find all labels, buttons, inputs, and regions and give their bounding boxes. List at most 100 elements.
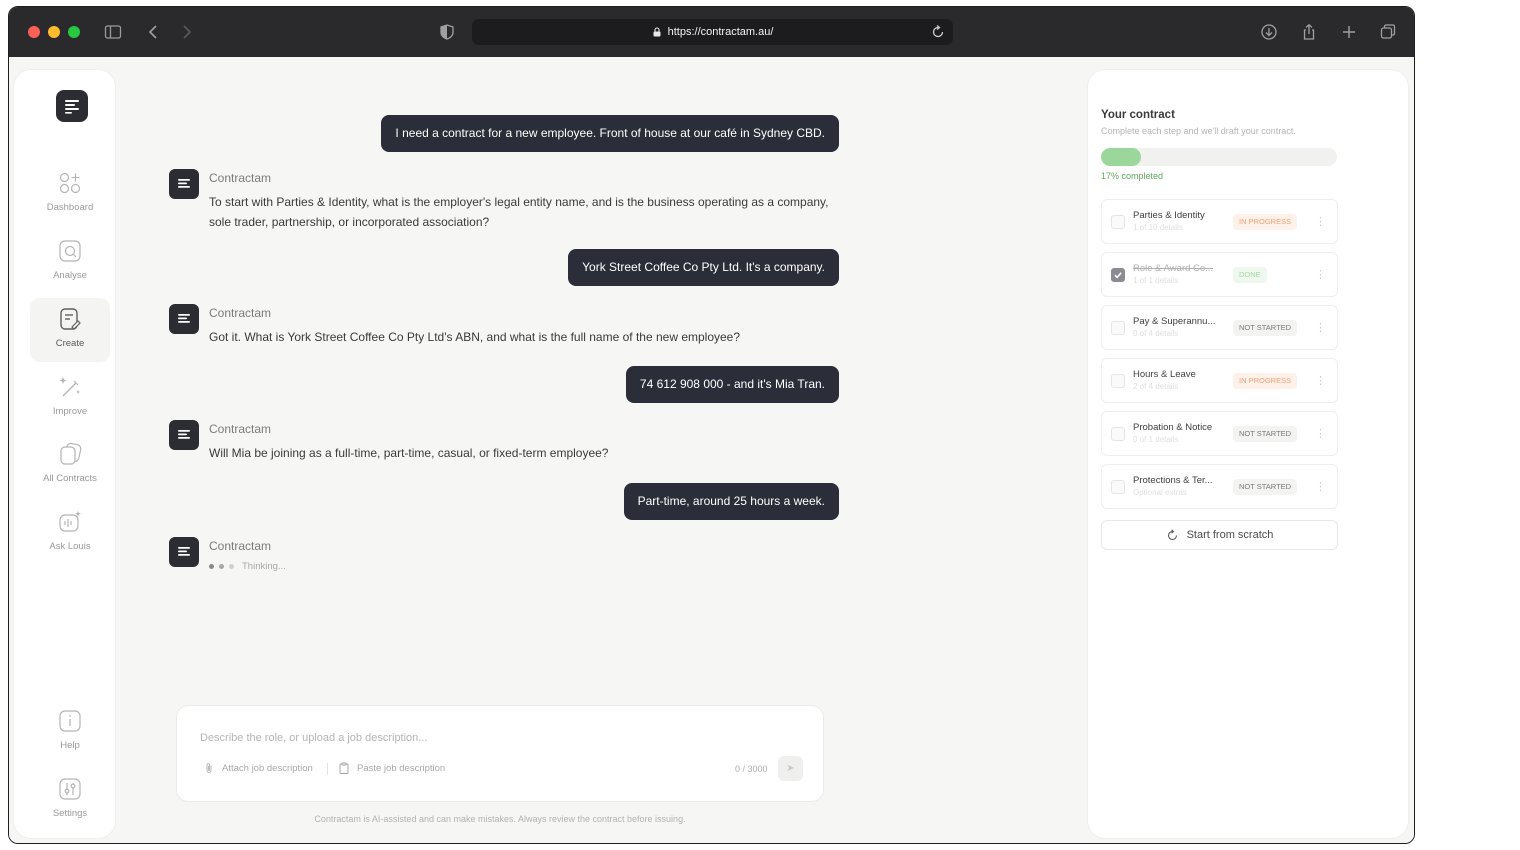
url-text: https://contractam.au/ bbox=[667, 26, 774, 38]
contract-step[interactable]: Role & Award Co... 1 of 1 details DONE ⋮ bbox=[1101, 252, 1338, 297]
step-subtitle: 0 of 4 details bbox=[1133, 329, 1179, 338]
thinking-dot bbox=[209, 564, 214, 569]
thinking-indicator: Thinking... bbox=[209, 561, 286, 572]
thinking-dot bbox=[219, 564, 224, 569]
share-icon[interactable] bbox=[1297, 20, 1321, 44]
sidebar-item-label: Dashboard bbox=[46, 202, 94, 213]
paste-job-description-button[interactable]: Paste job description bbox=[338, 762, 445, 774]
message-input[interactable]: Describe the role, or upload a job descr… bbox=[200, 732, 427, 744]
contract-panel: Your contract Complete each step and we'… bbox=[1087, 69, 1409, 839]
lock-icon bbox=[653, 27, 661, 37]
contract-step[interactable]: Parties & Identity 1 of 10 details IN PROG… bbox=[1101, 199, 1338, 244]
contract-step[interactable]: Hours & Leave 2 of 4 details IN PROGRESS ⋮ bbox=[1101, 358, 1338, 403]
tool-divider bbox=[327, 763, 328, 775]
message-composer[interactable]: Describe the role, or upload a job descr… bbox=[176, 705, 824, 802]
status-badge: NOT STARTED bbox=[1233, 479, 1298, 495]
sidebar-item-all-contracts[interactable]: All Contracts bbox=[30, 433, 110, 497]
status-badge: IN PROGRESS bbox=[1233, 373, 1298, 389]
step-checkbox[interactable] bbox=[1111, 427, 1125, 441]
sidebar-item-settings[interactable]: Settings bbox=[30, 768, 110, 832]
sidebar-item-label: Analyse bbox=[53, 270, 87, 281]
ai-disclaimer: Contractam is AI-assisted and can make m… bbox=[314, 814, 686, 824]
user-message: York Street Coffee Co Pty Ltd. It's a co… bbox=[568, 249, 839, 286]
paste-label: Paste job description bbox=[357, 762, 446, 774]
sidebar-item-dashboard[interactable]: Dashboard bbox=[30, 162, 110, 226]
status-badge: DONE bbox=[1233, 267, 1267, 283]
download-icon[interactable] bbox=[1257, 20, 1281, 44]
bot-name: Contractam bbox=[209, 422, 272, 436]
step-subtitle: 2 of 4 details bbox=[1133, 382, 1179, 391]
sidebar-toggle-icon[interactable] bbox=[101, 20, 125, 44]
create-icon bbox=[60, 308, 81, 330]
analyse-icon bbox=[59, 240, 81, 262]
user-message: Part-time, around 25 hours a week. bbox=[623, 483, 839, 520]
sidebar-item-label: Ask Louis bbox=[49, 541, 91, 552]
bot-avatar bbox=[169, 420, 199, 450]
step-menu-icon[interactable]: ⋮ bbox=[1315, 479, 1326, 495]
logo-icon bbox=[65, 100, 79, 114]
zoom-window-button[interactable] bbox=[68, 26, 80, 38]
contractam-logo[interactable] bbox=[56, 90, 88, 122]
send-button[interactable]: ➤ bbox=[778, 756, 803, 781]
sidebar-item-label: Settings bbox=[52, 808, 88, 819]
browser-window: https://contractam.au/ Dashboard Analyse… bbox=[8, 6, 1415, 844]
sidebar-item-help[interactable]: Help bbox=[30, 700, 110, 764]
step-checkbox[interactable] bbox=[1111, 215, 1125, 229]
attach-job-description-button[interactable]: Attach job description bbox=[203, 762, 313, 774]
forward-icon[interactable] bbox=[174, 20, 198, 44]
step-checkbox[interactable] bbox=[1111, 268, 1125, 282]
progress-bar bbox=[1101, 148, 1337, 166]
progress-label: 17% completed bbox=[1101, 171, 1164, 181]
step-title: Parties & Identity bbox=[1133, 210, 1205, 221]
chat-area: I need a contract for a new employee. Fr… bbox=[117, 57, 1087, 843]
improve-icon bbox=[59, 377, 80, 397]
user-message: I need a contract for a new employee. Fr… bbox=[381, 115, 839, 152]
sidebar-item-create[interactable]: Create bbox=[30, 298, 110, 362]
step-subtitle: 1 of 10 details bbox=[1133, 223, 1183, 232]
clipboard-icon bbox=[339, 762, 349, 774]
step-menu-icon[interactable]: ⋮ bbox=[1315, 267, 1326, 283]
contract-step[interactable]: Pay & Superannu... 0 of 4 details NOT STAR… bbox=[1101, 305, 1338, 350]
thinking-label: Thinking... bbox=[242, 561, 286, 572]
panel-title: Your contract bbox=[1101, 109, 1175, 121]
user-message: 74 612 908 000 - and it's Mia Tran. bbox=[625, 366, 839, 403]
step-menu-icon[interactable]: ⋮ bbox=[1315, 214, 1326, 230]
contract-step[interactable]: Probation & Notice 0 of 1 details NOT STAR… bbox=[1101, 411, 1338, 456]
status-badge: NOT STARTED bbox=[1233, 320, 1298, 336]
tab-overview-icon[interactable] bbox=[1376, 20, 1400, 44]
reload-icon[interactable] bbox=[929, 23, 947, 41]
sidebar-item-improve[interactable]: Improve bbox=[30, 366, 110, 430]
start-from-scratch-label: Start from scratch bbox=[1186, 529, 1274, 541]
bot-avatar bbox=[169, 169, 199, 199]
address-bar[interactable]: https://contractam.au/ bbox=[472, 19, 953, 45]
step-title: Probation & Notice bbox=[1133, 422, 1213, 433]
close-window-button[interactable] bbox=[28, 26, 40, 38]
step-menu-icon[interactable]: ⋮ bbox=[1315, 373, 1326, 389]
step-checkbox[interactable] bbox=[1111, 480, 1125, 494]
contracts-icon bbox=[60, 442, 82, 465]
sidebar-item-analyse[interactable]: Analyse bbox=[30, 230, 110, 294]
attach-label: Attach job description bbox=[222, 762, 313, 774]
step-menu-icon[interactable]: ⋮ bbox=[1315, 320, 1326, 336]
contract-step[interactable]: Protections & Ter... Optional extras NOT S… bbox=[1101, 464, 1338, 509]
sidebar: Dashboard Analyse Create Improve All Con… bbox=[13, 69, 116, 839]
step-subtitle: Optional extras bbox=[1133, 488, 1187, 497]
sidebar-item-ask-louis[interactable]: Ask Louis bbox=[30, 501, 110, 565]
step-menu-icon[interactable]: ⋮ bbox=[1315, 426, 1326, 442]
step-checkbox[interactable] bbox=[1111, 321, 1125, 335]
browser-toolbar: https://contractam.au/ bbox=[9, 7, 1414, 57]
new-tab-icon[interactable] bbox=[1337, 20, 1361, 44]
minimize-window-button[interactable] bbox=[48, 26, 60, 38]
panel-subtitle: Complete each step and we'll draft your … bbox=[1101, 126, 1296, 136]
step-checkbox[interactable] bbox=[1111, 374, 1125, 388]
bot-avatar-icon bbox=[178, 314, 190, 323]
bot-avatar-icon bbox=[178, 430, 190, 439]
sidebar-item-label: Create bbox=[55, 338, 85, 349]
sidebar-item-label: All Contracts bbox=[43, 473, 97, 484]
ask-icon bbox=[59, 511, 81, 532]
start-from-scratch-button[interactable]: Start from scratch bbox=[1101, 520, 1338, 550]
bot-name: Contractam bbox=[209, 539, 272, 553]
back-icon[interactable] bbox=[142, 20, 166, 44]
settings-icon bbox=[59, 778, 81, 800]
shield-icon[interactable] bbox=[435, 20, 459, 44]
